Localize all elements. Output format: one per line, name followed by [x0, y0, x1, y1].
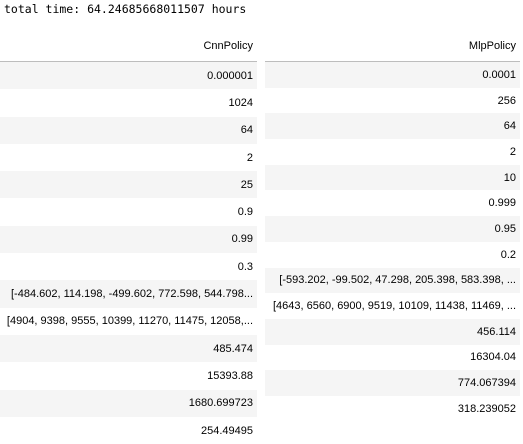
table-cell: 0.0001	[265, 61, 520, 88]
table-cell: 0.000001	[0, 61, 257, 90]
total-time-output: total time: 64.24685668011507 hours	[4, 2, 247, 16]
column-header-mlp-policy: MlpPolicy	[265, 31, 520, 62]
table-cell: 15393.88	[0, 362, 257, 390]
table-row: 2	[265, 139, 520, 165]
table-cell: [4904, 9398, 9555, 10399, 11270, 11475, …	[0, 307, 257, 335]
table-row: 0.9	[0, 198, 257, 226]
table-cell: 485.474	[0, 334, 257, 363]
cnn-policy-table: CnnPolicy 0.000001 1024 64 2 25 0.9 0.99…	[0, 31, 257, 444]
table-row: 774.067394	[265, 370, 520, 396]
table-cell: 0.2	[265, 241, 520, 268]
column-header-cnn-policy: CnnPolicy	[0, 31, 257, 62]
table-row: 64	[0, 116, 257, 144]
table-row: [-593.202, -99.502, 47.298, 205.398, 583…	[265, 267, 520, 294]
table-header-row: MlpPolicy	[265, 31, 520, 62]
table-row: 15393.88	[0, 362, 257, 390]
table-row: [4643, 6560, 6900, 9519, 10109, 11438, 1…	[265, 293, 520, 319]
table-cell: 2	[0, 143, 257, 172]
table-row: 0.0001	[265, 61, 520, 88]
table-cell: 0.99	[0, 225, 257, 254]
table-cell: 0.95	[265, 216, 520, 242]
table-cell: 774.067394	[265, 370, 520, 396]
table-row: 2	[0, 143, 257, 172]
table-cell: 1024	[0, 89, 257, 117]
table-cell: 2	[265, 139, 520, 165]
table-row: [-484.602, 114.198, -499.602, 772.598, 5…	[0, 280, 257, 308]
table-cell: [4643, 6560, 6900, 9519, 10109, 11438, 1…	[265, 293, 520, 319]
table-row: 10	[265, 164, 520, 191]
table-row: 25	[0, 171, 257, 199]
table-row: 1680.699723	[0, 389, 257, 417]
table-cell: 0.999	[265, 190, 520, 217]
table-row: 0.999	[265, 190, 520, 217]
table-row: 16304.04	[265, 344, 520, 371]
table-cell: [-484.602, 114.198, -499.602, 772.598, 5…	[0, 280, 257, 308]
table-row: 456.114	[265, 318, 520, 345]
table-cell: 456.114	[265, 318, 520, 345]
table-row: 0.99	[0, 225, 257, 254]
table-row: 1024	[0, 89, 257, 117]
table-cell: 16304.04	[265, 344, 520, 371]
table-row: 0.2	[265, 241, 520, 268]
table-row: 64	[265, 113, 520, 140]
table-cell: 318.239052	[265, 395, 520, 422]
table-header-row: CnnPolicy	[0, 31, 257, 62]
table-cell: 0.9	[0, 198, 257, 226]
table-cell: 10	[265, 164, 520, 191]
table-cell: 1680.699723	[0, 389, 257, 417]
table-row: 318.239052	[265, 395, 520, 422]
table-row: 254.49495	[0, 416, 257, 444]
table-cell: 64	[0, 116, 257, 144]
table-row: [4904, 9398, 9555, 10399, 11270, 11475, …	[0, 307, 257, 335]
table-row: 485.474	[0, 334, 257, 363]
table-cell: 254.49495	[0, 416, 257, 444]
table-cell: [-593.202, -99.502, 47.298, 205.398, 583…	[265, 267, 520, 294]
table-cell: 64	[265, 113, 520, 140]
table-row: 256	[265, 87, 520, 114]
table-cell: 0.3	[0, 253, 257, 281]
table-row: 0.000001	[0, 61, 257, 90]
mlp-policy-table: MlpPolicy 0.0001 256 64 2 10 0.999 0.95 …	[265, 31, 520, 422]
table-cell: 25	[0, 171, 257, 199]
table-cell: 256	[265, 87, 520, 114]
table-row: 0.3	[0, 253, 257, 281]
table-row: 0.95	[265, 216, 520, 242]
